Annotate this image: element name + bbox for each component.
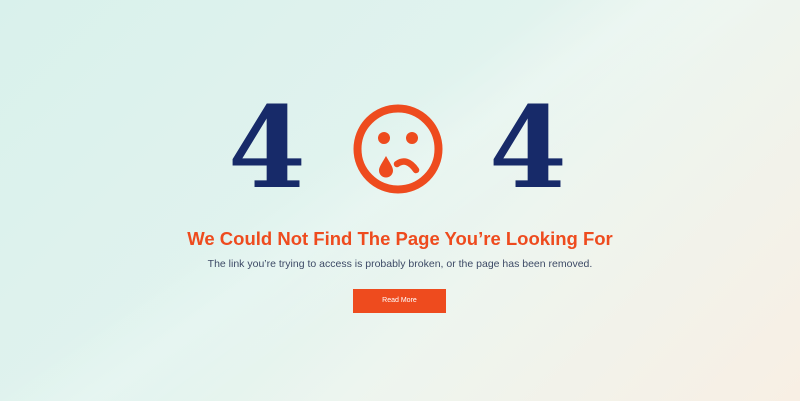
right-eye [406,132,418,144]
error-heading: We Could Not Find The Page You’re Lookin… [187,228,613,249]
error-digit-right: 4 [489,83,567,214]
face-outline [353,104,443,194]
error-digit-left: 4 [228,83,306,214]
mouth [393,158,420,174]
background-decoration [0,0,800,401]
sad-face-icon [353,104,443,194]
tear-drop [379,156,393,178]
read-more-button[interactable]: Read More [353,289,446,313]
error-description: The link you’re trying to access is prob… [207,258,593,270]
left-eye [378,132,390,144]
error-code-404: 4 4 [0,83,800,214]
